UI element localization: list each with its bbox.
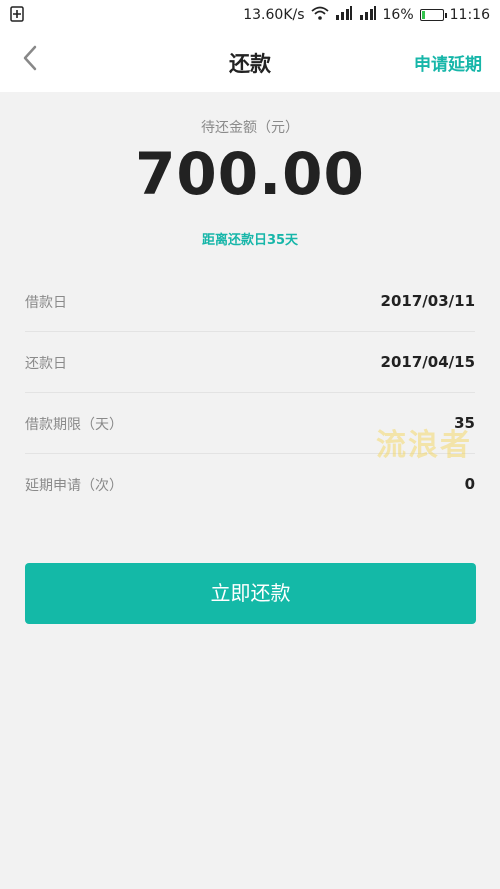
wifi-icon	[310, 6, 329, 24]
info-row-loan-date: 借款日 2017/03/11	[25, 271, 475, 332]
clock: 11:16	[449, 7, 490, 23]
amount-value: 700.00	[135, 140, 365, 208]
info-label: 借款期限（天）	[25, 417, 123, 433]
info-label: 还款日	[25, 356, 67, 372]
info-label: 借款日	[25, 295, 67, 311]
repay-now-button[interactable]: 立即还款	[25, 563, 476, 624]
battery-icon	[419, 9, 447, 21]
info-value: 2017/03/11	[380, 292, 475, 310]
apply-extension-link[interactable]: 申请延期	[414, 50, 482, 75]
info-value: 0	[464, 475, 475, 493]
sim-icon	[10, 6, 24, 26]
loan-info-list: 借款日 2017/03/11 还款日 2017/04/15 借款期限（天） 35…	[25, 271, 475, 515]
battery-fill	[421, 11, 425, 19]
info-row-repay-date: 还款日 2017/04/15	[25, 332, 475, 393]
network-speed: 13.60K/s	[243, 7, 305, 23]
watermark: 流浪者	[376, 428, 472, 463]
days-until-due: 距离还款日35天	[201, 233, 299, 248]
battery-percent: 16%	[382, 7, 414, 23]
info-label: 延期申请（次）	[25, 478, 123, 494]
status-bar: 13.60K/s 16% 11:16	[0, 0, 500, 30]
info-value: 2017/04/15	[380, 353, 475, 371]
signal-icon-2	[359, 6, 377, 24]
signal-icon-1	[335, 6, 353, 24]
header: 还款 申请延期	[0, 30, 500, 92]
amount-label: 待还金额（元）	[201, 120, 299, 136]
